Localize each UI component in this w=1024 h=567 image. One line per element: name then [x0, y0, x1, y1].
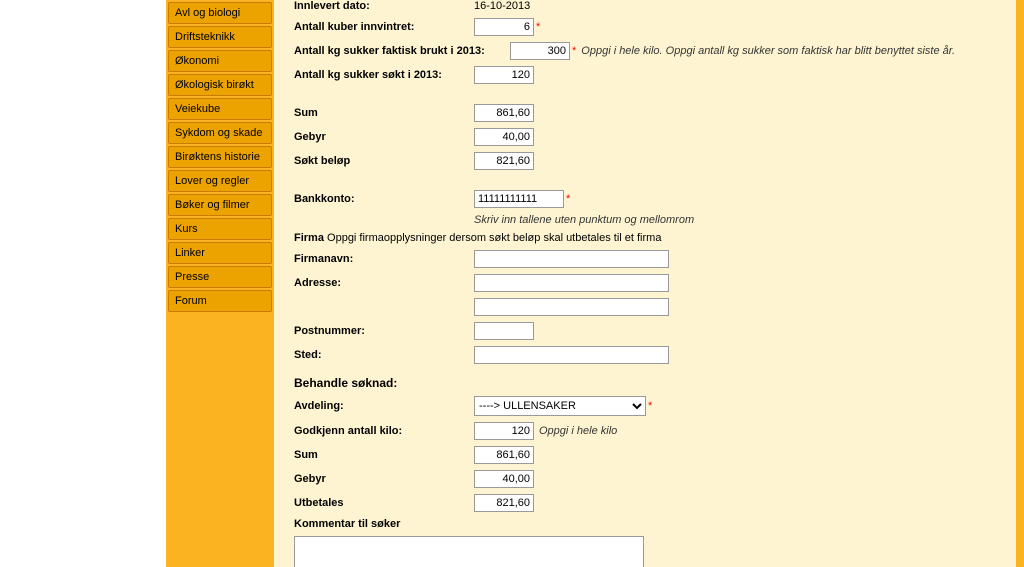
sukker-brukt-label: Antall kg sukker faktisk brukt i 2013:	[294, 45, 510, 57]
sum2-label: Sum	[294, 449, 474, 461]
sidebar: Avl og biologi Driftsteknikk Økonomi Øko…	[166, 0, 274, 567]
sidebar-item-okologisk[interactable]: Økologisk birøkt	[168, 74, 272, 96]
required-mark: *	[572, 45, 576, 57]
kommentar-label: Kommentar til søker	[294, 518, 474, 530]
sidebar-item-okonomi[interactable]: Økonomi	[168, 50, 272, 72]
adresse-input[interactable]	[474, 274, 669, 292]
godkjenn-hint: Oppgi i hele kilo	[539, 425, 617, 437]
adresse2-input[interactable]	[474, 298, 669, 316]
kuber-label: Antall kuber innvintret:	[294, 21, 474, 33]
sidebar-item-drift[interactable]: Driftsteknikk	[168, 26, 272, 48]
utbetales-label: Utbetales	[294, 497, 474, 509]
adresse-label: Adresse:	[294, 277, 474, 289]
sukker-sokt-input[interactable]	[474, 66, 534, 84]
sidebar-item-presse[interactable]: Presse	[168, 266, 272, 288]
avdeling-label: Avdeling:	[294, 400, 474, 412]
left-spacer	[0, 0, 166, 567]
gebyr2-label: Gebyr	[294, 473, 474, 485]
sokt-belop-label: Søkt beløp	[294, 155, 474, 167]
sum-input[interactable]	[474, 104, 534, 122]
sted-input[interactable]	[474, 346, 669, 364]
sted-label: Sted:	[294, 349, 474, 361]
sum-label: Sum	[294, 107, 474, 119]
godkjenn-input[interactable]	[474, 422, 534, 440]
bankkonto-hint: Skriv inn tallene uten punktum og mellom…	[474, 214, 996, 226]
sidebar-item-avl[interactable]: Avl og biologi	[168, 2, 272, 24]
utbetales-input[interactable]	[474, 494, 534, 512]
gebyr-input[interactable]	[474, 128, 534, 146]
sidebar-item-veiekube[interactable]: Veiekube	[168, 98, 272, 120]
sukker-brukt-input[interactable]	[510, 42, 570, 60]
gebyr-label: Gebyr	[294, 131, 474, 143]
sidebar-fill	[168, 314, 272, 567]
sidebar-item-historie[interactable]: Birøktens historie	[168, 146, 272, 168]
firma-line: Firma Oppgi firmaopplysninger dersom søk…	[294, 232, 996, 244]
firma-head: Firma	[294, 232, 324, 244]
sidebar-item-kurs[interactable]: Kurs	[168, 218, 272, 240]
sidebar-item-linker[interactable]: Linker	[168, 242, 272, 264]
sukker-sokt-label: Antall kg sukker søkt i 2013:	[294, 69, 474, 81]
gebyr2-input[interactable]	[474, 470, 534, 488]
avdeling-select[interactable]: ----> ULLENSAKER	[474, 396, 646, 416]
postnummer-label: Postnummer:	[294, 325, 474, 337]
kommentar-textarea[interactable]	[294, 536, 644, 567]
main-form: Innlevert dato: 16-10-2013 Antall kuber …	[274, 0, 1024, 567]
required-mark: *	[566, 193, 570, 205]
kuber-input[interactable]	[474, 18, 534, 36]
sidebar-item-sykdom[interactable]: Sykdom og skade	[168, 122, 272, 144]
sidebar-item-forum[interactable]: Forum	[168, 290, 272, 312]
sidebar-item-boker[interactable]: Bøker og filmer	[168, 194, 272, 216]
sukker-brukt-hint: Oppgi i hele kilo. Oppgi antall kg sukke…	[581, 45, 955, 57]
adresse2-label	[294, 301, 474, 313]
godkjenn-label: Godkjenn antall kilo:	[294, 425, 474, 437]
firmanavn-label: Firmanavn:	[294, 253, 474, 265]
sokt-belop-input[interactable]	[474, 152, 534, 170]
firma-desc: Oppgi firmaopplysninger dersom søkt belø…	[324, 232, 661, 244]
sidebar-item-lover[interactable]: Lover og regler	[168, 170, 272, 192]
behandle-head: Behandle søknad:	[294, 376, 996, 390]
sum2-input[interactable]	[474, 446, 534, 464]
bankkonto-input[interactable]	[474, 190, 564, 208]
innlevert-value: 16-10-2013	[474, 0, 530, 12]
postnummer-input[interactable]	[474, 322, 534, 340]
required-mark: *	[536, 21, 540, 33]
bankkonto-label: Bankkonto:	[294, 193, 474, 205]
innlevert-label: Innlevert dato:	[294, 0, 474, 12]
firmanavn-input[interactable]	[474, 250, 669, 268]
required-mark: *	[648, 400, 652, 412]
